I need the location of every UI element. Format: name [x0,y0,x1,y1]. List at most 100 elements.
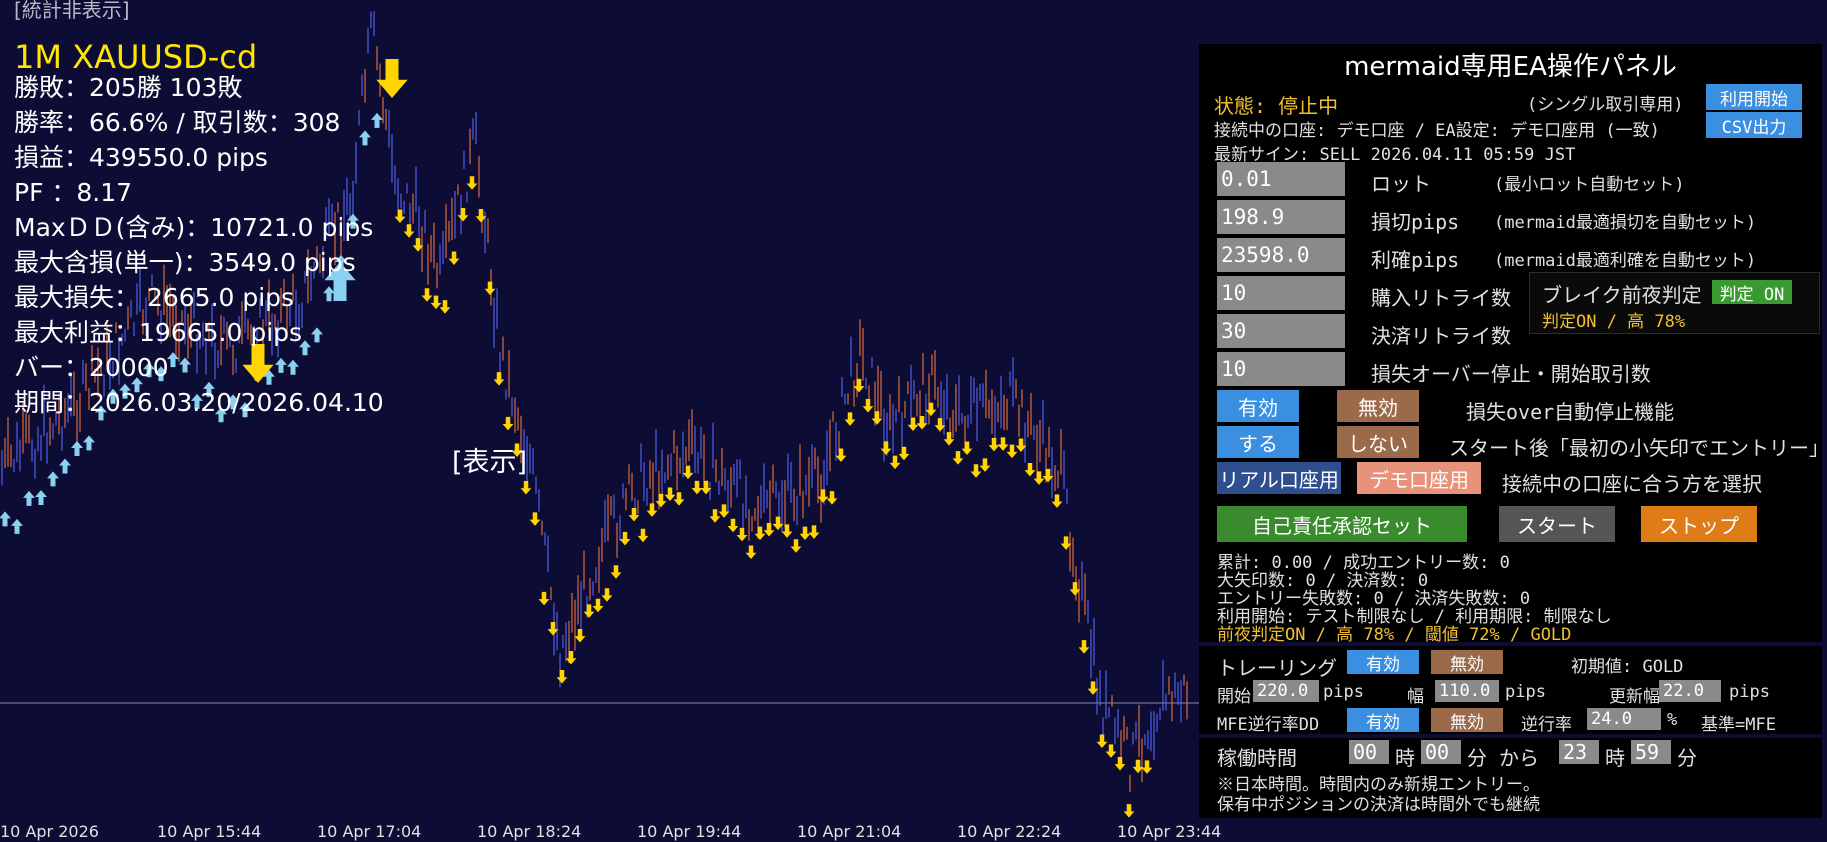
buy-retry-input[interactable] [1217,276,1345,310]
sell-arrow-icon [520,481,532,495]
stop-loss-label: 損切pips [1371,210,1460,234]
sell-arrow-icon [745,545,757,560]
x-tick-label: 10 Apr 19:44 [637,822,742,841]
hide-stats-toggle[interactable]: [統計非表示] [14,0,130,23]
buy-arrow-icon [35,490,47,506]
sell-arrow-icon [925,402,937,417]
sell-arrow-icon [655,493,667,508]
sell-arrow-icon [493,372,505,386]
sell-arrow-icon [529,512,541,526]
sell-arrow-icon [439,300,451,314]
sell-arrow-icon [727,518,739,533]
sell-arrow-icon [673,492,685,506]
buy-arrow-icon [0,511,11,527]
reverse-rate-label: 逆行率 [1521,715,1572,735]
sell-arrow-icon [430,295,442,310]
buy-retry-label: 購入リトライ数 [1371,286,1511,310]
demo-account-button[interactable]: デモ口座用 [1357,462,1481,494]
trailing-disable-button[interactable]: 無効 [1431,650,1503,675]
csv-export-button[interactable]: CSV出力 [1706,112,1802,138]
hour-unit: 時 [1605,746,1625,770]
approve-button[interactable]: 自己責任承認セット [1217,506,1467,542]
start-button[interactable]: スタート [1499,506,1615,542]
buy-arrow-icon [47,471,59,487]
pips-unit: pips [1323,682,1364,702]
judgment-toggle[interactable]: 判定 ON [1712,280,1792,305]
trailing-label: トレーリング [1217,656,1337,680]
first-arrow-no-button[interactable]: しない [1337,426,1419,458]
trailing-update-input[interactable] [1659,680,1721,702]
sell-arrow-icon [691,480,703,495]
sell-arrow-icon [709,509,721,523]
sell-arrow-icon [457,208,469,222]
ea-control-panel: mermaid専用EA操作パネル 状態: 停止中 (シングル取引専用) 利用開始… [1199,44,1827,818]
loss-stop-enable-button[interactable]: 有効 [1217,390,1299,422]
sell-arrow-icon [1114,756,1126,771]
end-minute-input[interactable] [1631,740,1671,764]
stat-win-loss: 勝敗：205勝 103敗 [14,73,243,102]
sell-arrow-icon [538,591,550,606]
sell-arrow-icon [556,670,568,684]
sell-arrow-icon [1105,744,1117,758]
buy-arrow-icon [83,435,95,451]
close-retry-label: 決済リトライ数 [1371,324,1511,348]
sell-arrow-icon [592,598,604,613]
start-use-button[interactable]: 利用開始 [1706,84,1802,110]
mfe-disable-button[interactable]: 無効 [1431,708,1503,733]
loss-stop-disable-button[interactable]: 無効 [1337,390,1419,422]
stat-max-dd: MaxＤＤ(含み)：10721.0 pips [14,213,374,242]
reverse-rate-input[interactable] [1587,708,1661,730]
start-minute-input[interactable] [1421,740,1461,764]
sell-arrow-icon [610,565,622,579]
x-tick-label: 10 Apr 15:44 [157,822,262,841]
trailing-start-input[interactable] [1253,680,1319,702]
stat-profit: 損益：439550.0 pips [14,143,268,172]
sell-arrow-icon [862,399,874,413]
trailing-width-input[interactable] [1435,680,1499,702]
break-title: ブレイク前夜判定 [1542,283,1702,307]
show-toggle[interactable]: [表示] [452,440,527,479]
sell-arrow-icon [1051,494,1063,508]
start-hour-input[interactable] [1349,740,1389,764]
sell-arrow-icon [682,465,694,480]
sell-arrow-icon [1024,462,1036,477]
x-tick-label: 10 Apr 17:04 [317,822,422,841]
sell-arrow-icon [853,378,865,393]
sell-arrow-icon [898,446,910,461]
real-account-button[interactable]: リアル口座用 [1217,462,1341,494]
loss-over-input[interactable] [1217,352,1345,386]
stat-max-profit: 最大利益：19665.0 pips [14,318,303,347]
sell-arrow-icon [637,528,649,543]
mfe-enable-button[interactable]: 有効 [1347,708,1419,733]
stat-pf: PF ：8.17 [14,178,133,207]
stop-button[interactable]: ストップ [1641,506,1757,542]
mfe-label: MFE逆行率DD [1217,715,1320,735]
mode-text: (シングル取引専用) [1527,95,1684,115]
sell-arrow-icon [817,489,829,503]
close-retry-input[interactable] [1217,314,1345,348]
price-chart[interactable]: [統計非表示] 1M XAUUSD-cd 勝敗：205勝 103敗 勝率：66.… [0,0,1200,820]
panel-title: mermaid専用EA操作パネル [1344,52,1677,82]
sell-arrow-icon [646,503,658,517]
take-profit-input[interactable] [1217,238,1345,272]
first-arrow-yes-button[interactable]: する [1217,426,1299,458]
sell-arrow-icon [763,523,775,537]
x-tick-label: 10 Apr 18:24 [477,822,582,841]
sell-arrow-icon [574,628,586,643]
sell-arrow-icon [781,524,793,538]
pips-unit: pips [1505,682,1546,702]
loss-over-label: 損失オーバー停止・開始取引数 [1371,362,1651,386]
lot-input[interactable] [1217,162,1345,196]
sell-arrow-icon [421,288,433,302]
from-label: 分 から [1467,746,1540,770]
end-hour-input[interactable] [1559,740,1599,764]
sell-arrow-icon [754,526,766,541]
x-tick-label: 10 Apr 23:44 [1117,822,1222,841]
sell-arrow-icon [448,251,460,265]
sell-arrow-icon [565,651,577,665]
stop-loss-input[interactable] [1217,200,1345,234]
trailing-enable-button[interactable]: 有効 [1347,650,1419,675]
sell-arrow-icon [880,441,892,455]
x-tick-label: 10 Apr 22:24 [957,822,1062,841]
take-profit-label: 利確pips [1371,248,1460,272]
